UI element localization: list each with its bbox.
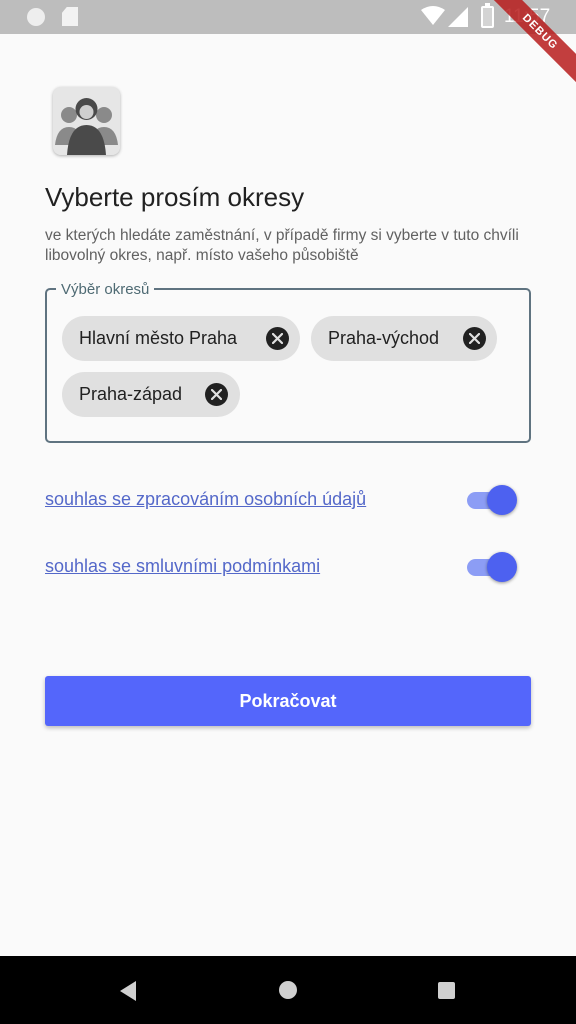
battery-charging-icon (481, 3, 494, 28)
district-chip[interactable]: Hlavní město Praha (62, 316, 300, 361)
navigation-bar (0, 956, 576, 1024)
district-chip[interactable]: Praha-západ (62, 372, 240, 417)
wifi-icon (421, 6, 445, 25)
remove-chip-icon[interactable] (205, 383, 228, 406)
chip-label: Praha-východ (328, 328, 440, 348)
page-title: Vyberte prosím okresy (45, 182, 305, 212)
district-chip[interactable]: Praha-východ (311, 316, 497, 361)
remove-chip-icon[interactable] (463, 327, 486, 350)
personal-data-consent-switch[interactable] (465, 485, 517, 515)
status-time: 11:57 (504, 6, 551, 27)
page-description: ve kterých hledáte zaměstnání, v případě… (45, 227, 519, 264)
recents-icon[interactable] (438, 982, 455, 999)
group-avatar-icon (53, 87, 120, 155)
circle-icon (27, 8, 45, 26)
continue-button[interactable]: Pokračovat (45, 676, 531, 726)
back-icon[interactable] (120, 981, 136, 1001)
district-selection-field[interactable] (45, 288, 531, 443)
terms-consent-switch[interactable] (465, 552, 517, 582)
signal-icon (448, 7, 468, 27)
chip-label: Hlavní město Praha (79, 328, 238, 348)
remove-chip-icon[interactable] (266, 327, 289, 350)
home-icon[interactable] (279, 981, 297, 999)
terms-consent-link[interactable]: souhlas se smluvními podmínkami (45, 556, 320, 577)
switch-thumb (487, 552, 517, 582)
personal-data-consent-link[interactable]: souhlas se zpracováním osobních údajů (45, 489, 366, 510)
switch-thumb (487, 485, 517, 515)
sd-card-icon (62, 7, 78, 26)
status-bar: 11:57 (0, 0, 576, 34)
district-selection-label: Výběr okresů (56, 281, 155, 298)
chip-label: Praha-západ (79, 384, 183, 404)
